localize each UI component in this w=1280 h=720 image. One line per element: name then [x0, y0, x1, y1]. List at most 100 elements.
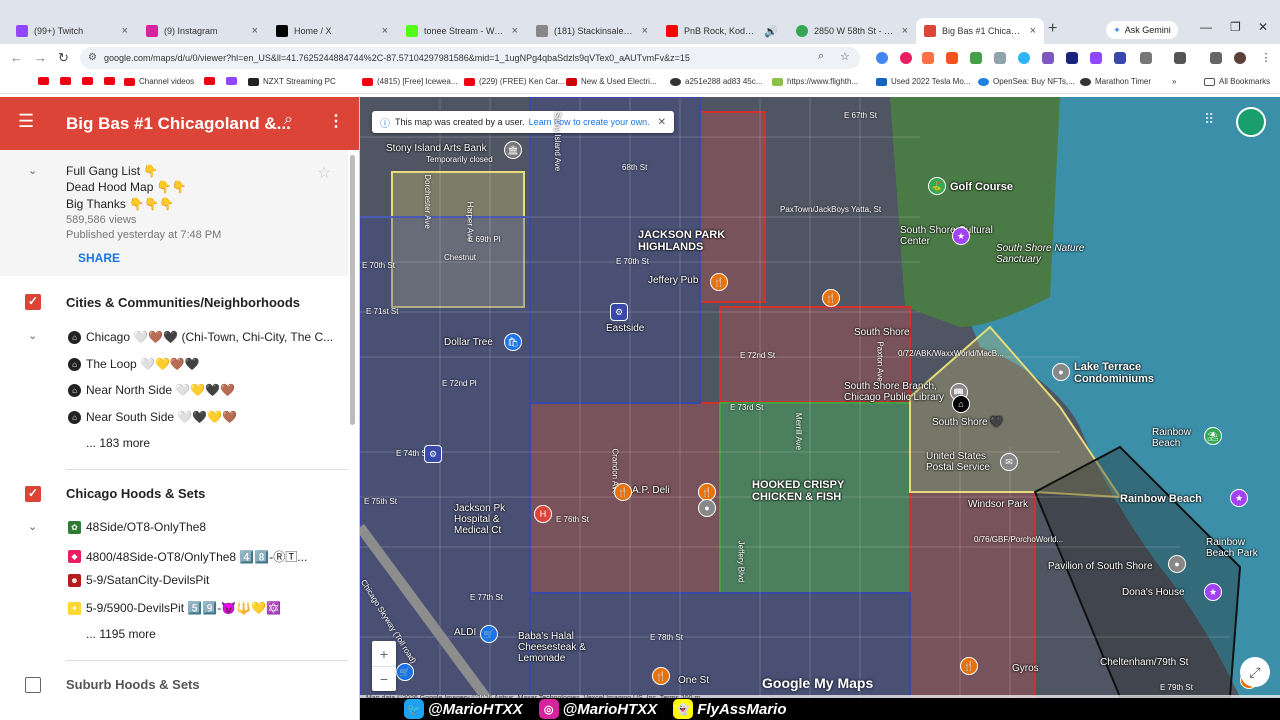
beach-pin-icon[interactable]: ⛱ [1204, 427, 1222, 445]
layer-checkbox-suburb-hoods[interactable] [25, 677, 41, 693]
hospital-pin-icon[interactable]: H [534, 505, 552, 523]
more-options-icon[interactable]: ⋮ [328, 111, 344, 131]
browser-tab-google-maps[interactable]: 2850 W 58th St - Goog × [788, 18, 916, 44]
all-bookmarks-button[interactable]: All Bookmarks [1204, 77, 1270, 86]
star-icon[interactable]: ☆ [317, 163, 331, 183]
list-item[interactable]: ☻ 5-9/SatanCity-DevilsPit [68, 573, 209, 587]
poi-label[interactable]: Gyros [1012, 663, 1039, 674]
close-icon[interactable]: × [902, 25, 908, 37]
show-more-link[interactable]: ... 1195 more [86, 627, 156, 641]
bookmark-tesla-used[interactable]: New & Used Electri... [566, 77, 657, 86]
map-canvas[interactable]: ⓘ This map was created by a user. Learn … [360, 97, 1280, 703]
poi-label[interactable]: Windsor Park [968, 499, 1028, 510]
browser-tab-instagram[interactable]: (9) Instagram × [138, 18, 266, 44]
map-pin[interactable]: 🏛 [504, 141, 522, 159]
poi-label[interactable]: Golf Course [950, 181, 1013, 193]
url-field[interactable]: ⚙ google.com/maps/d/u/0/viewer?hl=en_US&… [80, 47, 860, 69]
extension-icon[interactable] [1042, 52, 1054, 64]
zoom-out-button[interactable]: − [372, 666, 396, 691]
poi-label[interactable]: United States Postal Service [926, 451, 1006, 473]
extension-icon[interactable] [970, 52, 982, 64]
bookmark-item[interactable] [204, 77, 215, 85]
list-item[interactable]: ⌂ Chicago 🤍🤎🖤 (Chi-Town, Chi-City, The C.… [68, 330, 333, 344]
poi-label[interactable]: Rainbow Beach [1120, 493, 1202, 505]
post-office-pin-icon[interactable]: ✉ [1000, 453, 1018, 471]
bookmark-item[interactable] [60, 77, 71, 85]
list-item[interactable]: ◆ 4800/48Side-OT8/OnlyThe8 4️⃣8️⃣-Ⓡ🅃... [68, 548, 307, 565]
landmark-pin-icon[interactable]: ★ [952, 227, 970, 245]
browser-tab-twitch[interactable]: (99+) Twitch × [8, 18, 136, 44]
window-close-icon[interactable]: ✕ [1258, 20, 1268, 34]
layer-checkbox-chicago-hoods[interactable] [25, 486, 41, 502]
browser-tab-kick[interactable]: tonee Stream - Watch × [398, 18, 526, 44]
poi-label[interactable]: Pavilion of South Shore [1048, 561, 1153, 572]
gang-label[interactable]: 0/76/GBF/PorchoWorld... [974, 535, 1063, 544]
poi-label[interactable]: Cheltenham/79th St [1100, 657, 1188, 668]
shopping-pin-icon[interactable]: 🛒 [396, 663, 414, 681]
extension-icon[interactable] [994, 52, 1006, 64]
poi-label[interactable]: South Shore Nature Sanctuary [996, 243, 1086, 265]
poi-label[interactable]: One St [678, 675, 709, 686]
map-pin[interactable]: ● [1052, 363, 1070, 381]
close-icon[interactable]: × [1030, 25, 1036, 37]
chevron-down-icon[interactable]: ⌄ [28, 164, 37, 177]
browser-tab-youtube[interactable]: PnB Rock, Kodak Bl 🔊 [658, 18, 786, 44]
chevron-down-icon[interactable]: ⌄ [28, 520, 37, 533]
poi-label[interactable]: Rainbow Beach Park [1206, 537, 1276, 559]
extensions-puzzle-icon[interactable] [1140, 52, 1152, 64]
extension-icon[interactable] [922, 52, 934, 64]
list-item[interactable]: ⌂ Near South Side 🤍🖤💛🤎 [68, 410, 237, 424]
poi-label[interactable]: A.P. Deli [632, 485, 670, 496]
profile-avatar[interactable] [1234, 52, 1246, 64]
learn-more-link[interactable]: Learn how to create your own. [529, 117, 650, 127]
golf-pin-icon[interactable]: ⛳ [928, 177, 946, 195]
browser-menu-icon[interactable]: ⋮ [1260, 52, 1272, 64]
minimize-icon[interactable]: — [1200, 20, 1212, 34]
chevron-down-icon[interactable]: ⌄ [28, 329, 37, 342]
bookmark-opensea[interactable]: OpenSea: Buy NFTs,... [978, 77, 1075, 86]
restaurant-pin-icon[interactable]: 🍴 [710, 273, 728, 291]
zoom-in-button[interactable]: + [372, 641, 396, 666]
gang-label[interactable]: Chestnut [444, 253, 476, 262]
bookmark-marathon[interactable]: Marathon Timer [1080, 77, 1151, 86]
bookmark-nzxt[interactable]: NZXT Streaming PC [248, 77, 336, 86]
zoom-icon[interactable]: ⌕ [818, 50, 824, 63]
poi-label[interactable]: Jeffery Pub [648, 275, 698, 286]
account-avatar[interactable] [1236, 107, 1266, 137]
map-pin[interactable]: ● [698, 499, 716, 517]
bookmark-flighthub[interactable]: https://www.flighth... [772, 77, 858, 86]
close-icon[interactable]: × [382, 25, 388, 37]
poi-label[interactable]: South Shore Cultural Center [900, 225, 1000, 247]
restaurant-pin-icon[interactable]: 🍴 [960, 657, 978, 675]
gang-label[interactable]: PaxTown/JackBoys Yatta, St [780, 205, 881, 214]
bookmark-ken-car[interactable]: (229) (FREE) Ken Car... [464, 77, 564, 86]
extension-icon[interactable] [1114, 52, 1126, 64]
restaurant-pin-icon[interactable]: 🍴 [822, 289, 840, 307]
playlist-icon[interactable] [1210, 52, 1222, 64]
poi-label[interactable]: South Shore Branch, Chicago Public Libra… [844, 381, 964, 403]
share-button[interactable]: SHARE [78, 251, 120, 265]
shopping-pin-icon[interactable]: 🛒 [480, 625, 498, 643]
landmark-pin-icon[interactable]: ★ [1204, 583, 1222, 601]
apps-grid-icon[interactable]: ⠿ [1204, 111, 1214, 128]
poi-label[interactable]: ALDI [454, 627, 476, 638]
poi-label[interactable]: HOOKED CRISPY CHICKEN & FISH [752, 479, 862, 503]
extension-icon[interactable] [1090, 52, 1102, 64]
gang-marker-icon[interactable]: ⚙ [424, 445, 442, 463]
shopping-pin-icon[interactable]: 🛍 [504, 333, 522, 351]
site-info-icon[interactable]: ⚙ [88, 52, 97, 63]
bookmark-icewear[interactable]: (4815) [Free] Icewea... [362, 77, 457, 86]
close-icon[interactable]: × [122, 25, 128, 37]
gang-marker-icon[interactable]: ⌂ [952, 395, 970, 413]
new-tab-button[interactable]: + [1048, 20, 1057, 38]
extension-icon[interactable] [946, 52, 958, 64]
reload-icon[interactable]: ↻ [58, 50, 69, 66]
show-more-link[interactable]: ... 183 more [86, 436, 150, 450]
close-icon[interactable]: ✕ [658, 117, 666, 128]
poi-label[interactable]: Baba's Halal Cheesesteak & Lemonade [518, 631, 628, 664]
bookmark-item[interactable] [82, 77, 93, 85]
cast-icon[interactable] [1174, 52, 1186, 64]
bookmark-item[interactable] [104, 77, 115, 85]
bookmark-item[interactable] [38, 77, 49, 85]
poi-label[interactable]: Lake Terrace Condominiums [1074, 361, 1184, 385]
